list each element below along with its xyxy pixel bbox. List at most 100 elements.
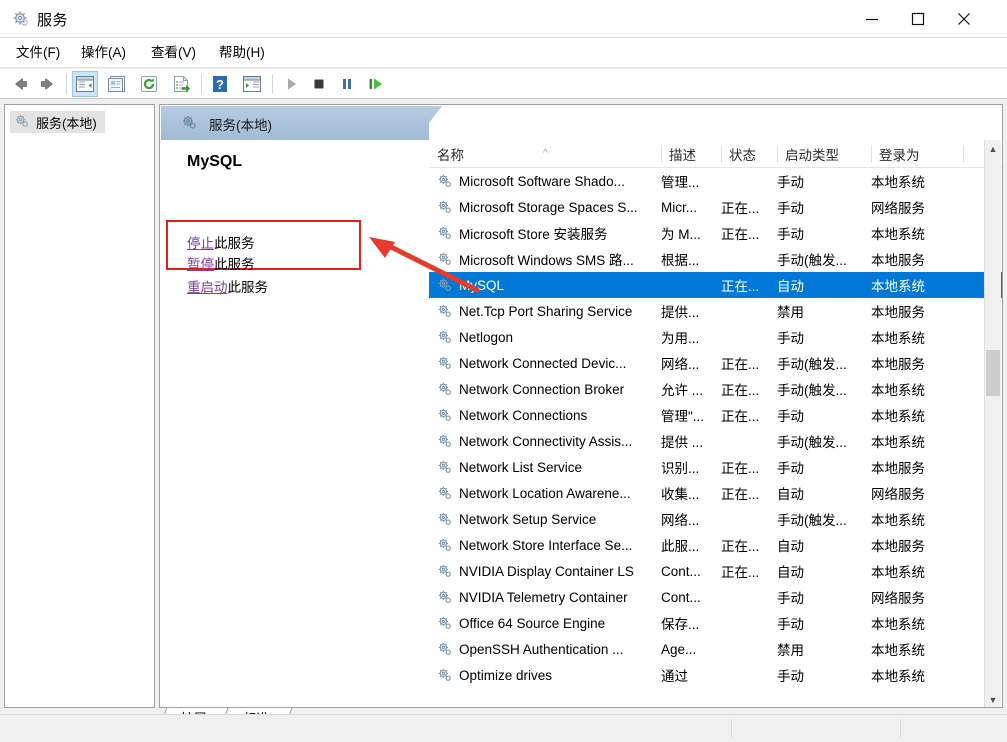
scroll-down-button[interactable]: ▼ xyxy=(985,691,1001,707)
scroll-up-button[interactable]: ▲ xyxy=(985,140,1001,157)
service-gear-icon xyxy=(437,589,453,605)
cell-service-name: Optimize drives xyxy=(459,667,553,683)
menu-item-view[interactable]: 查看(V) xyxy=(145,43,202,63)
table-row[interactable]: Network Connected Devic... 网络... 正在... 手动(触… xyxy=(429,350,1002,376)
cell-startup-type: 手动 xyxy=(777,331,804,346)
cell-description: 此服... xyxy=(661,539,700,554)
restart-service-icon[interactable] xyxy=(363,72,387,96)
table-row[interactable]: Microsoft Windows SMS 路... 根据... 手动(触发... 本… xyxy=(429,246,1002,272)
cell-logon-as: 网络服务 xyxy=(871,591,925,606)
cell-logon-as: 本地系统 xyxy=(871,435,925,450)
cell-description: 管理"... xyxy=(661,409,705,424)
table-row[interactable]: Network List Service 识别... 正在... 手动 本地服务 xyxy=(429,454,1002,480)
pause-service-link-suffix: 此服务 xyxy=(214,257,255,272)
details-header-notch xyxy=(416,106,442,140)
toolbar-bottom-divider xyxy=(0,98,1007,99)
table-row[interactable]: OpenSSH Authentication ... Age... 禁用 本地系统 xyxy=(429,636,1002,662)
service-gear-icon xyxy=(437,615,453,631)
cell-service-name: Network List Service xyxy=(459,459,583,475)
table-row[interactable]: Network Store Interface Se... 此服... 正在... 自… xyxy=(429,532,1002,558)
cell-description: 保存... xyxy=(661,617,700,632)
table-row[interactable]: Microsoft Storage Spaces S... Micr... 正在..… xyxy=(429,194,1002,220)
show-action-pane-icon[interactable] xyxy=(240,72,264,96)
service-gear-icon xyxy=(437,485,453,501)
list-vertical-scrollbar[interactable]: ▲ ▼ xyxy=(984,140,1001,707)
table-row-selected[interactable]: MySQL 正在... 自动 本地系统 xyxy=(429,272,1002,298)
export-list-icon[interactable] xyxy=(169,72,193,96)
cell-startup-type: 手动 xyxy=(777,591,804,606)
column-header-status[interactable]: 状态 xyxy=(721,140,777,168)
table-row[interactable]: Microsoft Store 安装服务 为 M... 正在... 手动 本地系统 xyxy=(429,220,1002,246)
table-row[interactable]: Network Connection Broker 允许 ... 正在... 手动(触… xyxy=(429,376,1002,402)
table-row[interactable]: Optimize drives 通过 手动 本地系统 xyxy=(429,662,1002,688)
column-header-logon[interactable]: 登录为 xyxy=(871,140,963,168)
cell-description: 管理... xyxy=(661,175,700,190)
services-gear-icon xyxy=(12,10,30,28)
menu-item-help[interactable]: 帮助(H) xyxy=(213,43,271,63)
cell-description: Cont... xyxy=(661,589,701,605)
stop-service-icon[interactable] xyxy=(307,72,331,96)
properties-icon[interactable] xyxy=(105,72,129,96)
sidebar-item-services-local[interactable]: 服务(本地) xyxy=(10,111,105,133)
table-row[interactable]: Network Location Awarene... 收集... 正在... 自动 网… xyxy=(429,480,1002,506)
cell-startup-type: 手动(触发... xyxy=(777,357,847,372)
cell-status: 正在... xyxy=(721,539,760,554)
cell-service-name: Network Connectivity Assis... xyxy=(459,433,633,449)
cell-service-name: Microsoft Windows SMS 路... xyxy=(459,253,634,268)
table-row[interactable]: NVIDIA Display Container LS Cont... 正在... 自… xyxy=(429,558,1002,584)
cell-description: 收集... xyxy=(661,487,700,502)
cell-logon-as: 本地系统 xyxy=(871,617,925,632)
restart-service-link[interactable]: 重启动 xyxy=(187,280,228,295)
show-console-tree-icon[interactable] xyxy=(72,71,98,97)
menu-item-action[interactable]: 操作(A) xyxy=(75,43,132,63)
help-question-icon[interactable]: ? xyxy=(208,72,232,96)
cell-logon-as: 本地服务 xyxy=(871,539,925,554)
cell-logon-as: 本地系统 xyxy=(871,669,925,684)
service-gear-icon xyxy=(437,511,453,527)
cell-service-name: Network Store Interface Se... xyxy=(459,537,633,553)
restart-service-link-row: 重启动此服务 xyxy=(187,276,268,296)
table-row[interactable]: Network Setup Service 网络... 手动(触发... 本地系统 xyxy=(429,506,1002,532)
service-gear-icon xyxy=(437,667,453,683)
pause-service-link[interactable]: 暂停 xyxy=(187,257,214,272)
table-row[interactable]: Network Connectivity Assis... 提供 ... 手动(触发… xyxy=(429,428,1002,454)
cell-description: 提供 ... xyxy=(661,435,704,450)
table-row[interactable]: Netlogon 为用... 手动 本地系统 xyxy=(429,324,1002,350)
table-row[interactable]: Network Connections 管理"... 正在... 手动 本地系统 xyxy=(429,402,1002,428)
cell-status: 正在... xyxy=(721,383,760,398)
refresh-icon[interactable] xyxy=(137,72,161,96)
minimize-button[interactable] xyxy=(849,0,895,38)
cell-startup-type: 手动 xyxy=(777,409,804,424)
cell-startup-type: 手动 xyxy=(777,227,804,242)
scrollbar-thumb[interactable] xyxy=(986,350,1000,396)
cell-status: 正在... xyxy=(721,201,760,216)
column-divider-5[interactable] xyxy=(963,145,964,163)
cell-logon-as: 本地系统 xyxy=(871,565,925,580)
column-header-description[interactable]: 描述 xyxy=(661,140,721,168)
table-row[interactable]: Office 64 Source Engine 保存... 手动 本地系统 xyxy=(429,610,1002,636)
table-row[interactable]: NVIDIA Telemetry Container Cont... 手动 网络服务 xyxy=(429,584,1002,610)
table-row[interactable]: Microsoft Software Shado... 管理... 手动 本地系统 xyxy=(429,168,1002,194)
menu-item-file[interactable]: 文件(F) xyxy=(10,43,66,63)
cell-logon-as: 本地系统 xyxy=(871,175,925,190)
cell-description: Age... xyxy=(661,641,697,657)
stop-service-link[interactable]: 停止 xyxy=(187,236,214,251)
cell-description: 允许 ... xyxy=(661,383,704,398)
cell-startup-type: 自动 xyxy=(777,487,804,502)
statusbar-divider-1 xyxy=(731,719,732,738)
cell-startup-type: 手动 xyxy=(777,617,804,632)
column-header-startup[interactable]: 启动类型 xyxy=(777,140,871,168)
cell-service-name: NVIDIA Display Container LS xyxy=(459,563,634,579)
service-gear-icon xyxy=(437,641,453,657)
maximize-button[interactable] xyxy=(895,0,941,38)
close-button[interactable] xyxy=(941,0,987,38)
forward-arrow-icon[interactable] xyxy=(36,72,60,96)
svg-text:?: ? xyxy=(216,77,224,92)
back-arrow-icon[interactable] xyxy=(8,72,32,96)
table-row[interactable]: Net.Tcp Port Sharing Service 提供... 禁用 本地服务 xyxy=(429,298,1002,324)
pause-service-icon[interactable] xyxy=(335,72,359,96)
sidebar-item-label: 服务(本地) xyxy=(36,115,97,131)
cell-logon-as: 网络服务 xyxy=(871,201,925,216)
toolbar-separator xyxy=(66,74,67,94)
details-header-label: 服务(本地) xyxy=(209,118,272,133)
